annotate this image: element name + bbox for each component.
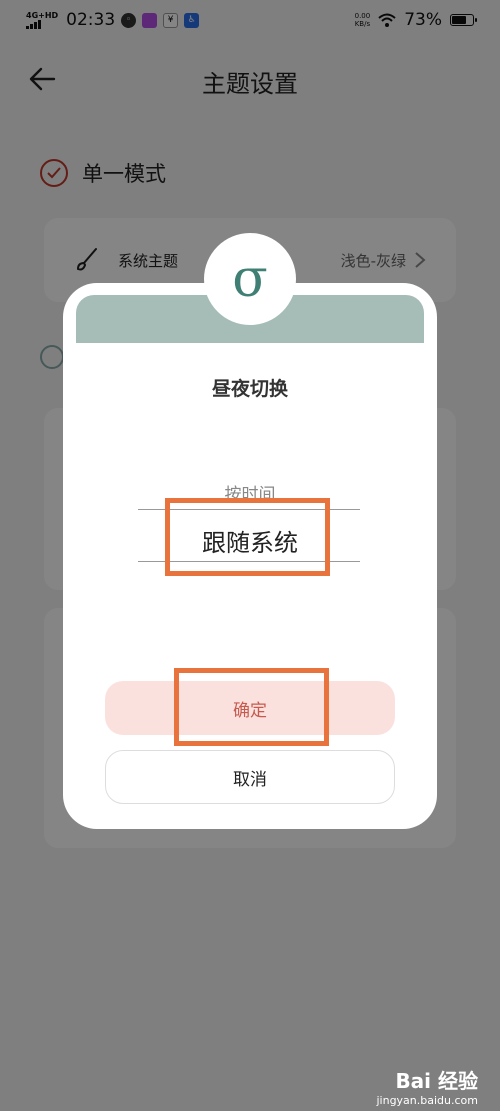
cancel-button[interactable]: 取消 <box>105 750 395 804</box>
watermark-url: jingyan.baidu.com <box>376 1094 478 1107</box>
highlight-box-confirm <box>174 668 329 746</box>
highlight-box-picker <box>165 498 330 576</box>
dialog-title: 昼夜切换 <box>211 378 288 400</box>
logo-glyph: σ <box>232 249 268 309</box>
app-logo: σ <box>204 233 296 325</box>
watermark-brand: Bai 经验 <box>395 1069 478 1093</box>
watermark: Bai 经验 jingyan.baidu.com <box>376 1065 478 1107</box>
